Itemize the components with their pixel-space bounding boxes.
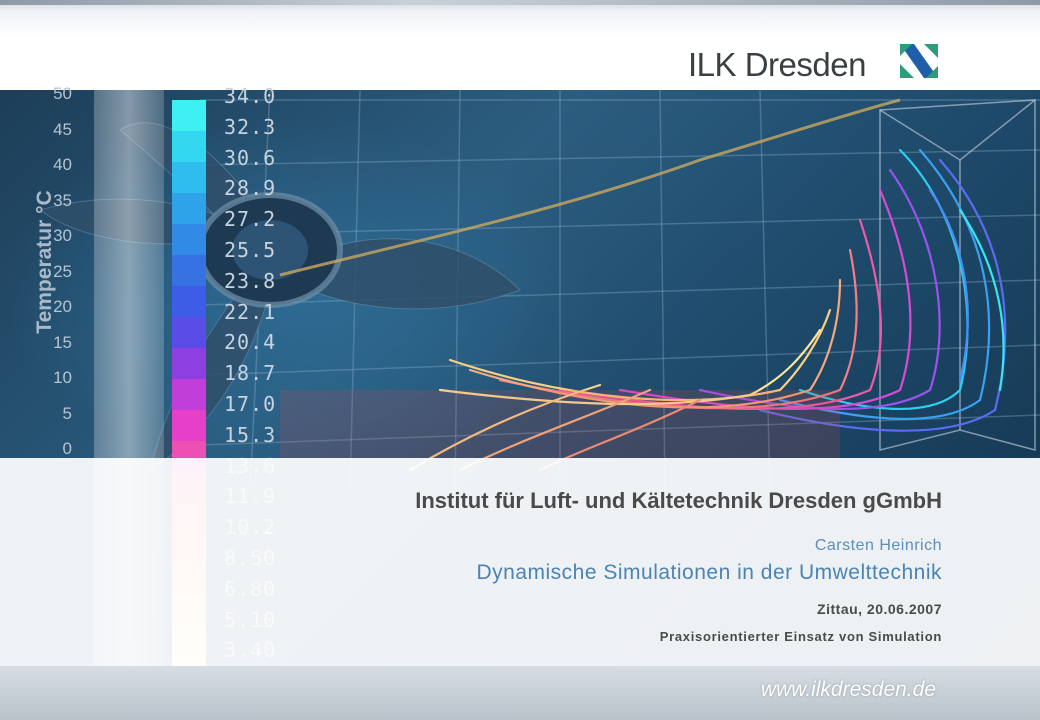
axis-number: 30: [53, 226, 72, 245]
legend-value: 23.8: [224, 268, 277, 293]
axis-number: 45: [53, 119, 72, 139]
colorbar-segment: [172, 410, 206, 441]
axis-number: 10: [53, 368, 72, 387]
legend-value: 15.3: [224, 422, 277, 447]
colorbar-segment: [172, 317, 206, 348]
author-name: Carsten Heinrich: [814, 537, 942, 554]
event-name: Praxisorientierter Einsatz von Simulatio…: [659, 629, 942, 644]
ilk-logo-icon: [900, 44, 938, 78]
title-slide: ILK Dresden Temperatur °C 50 45 40 35 30 25 20…: [0, 0, 1040, 720]
colorbar-segment: [172, 348, 206, 379]
legend-value: 18.7: [224, 361, 277, 386]
axis-number: 25: [53, 261, 72, 281]
legend-value: 30.6: [224, 145, 277, 170]
legend-value: 25.5: [224, 238, 277, 262]
axis-number: 15: [53, 332, 72, 352]
legend-value: 22.1: [224, 299, 277, 324]
colorbar-segment: [172, 131, 206, 162]
header-bar: ILK Dresden: [0, 0, 1040, 90]
legend-value: 28.9: [224, 176, 277, 201]
axis-number: 20: [53, 297, 72, 316]
axis-number: 40: [53, 155, 72, 174]
colorbar-segment: [172, 224, 206, 255]
talk-title: Dynamische Simulationen in der Umwelttec…: [476, 561, 942, 584]
legend-value: 34.0: [224, 84, 277, 108]
legend-value: 17.0: [224, 392, 277, 416]
colorbar-segment: [172, 255, 206, 286]
colorbar-segment: [172, 379, 206, 410]
website-link[interactable]: www.ilkdresden.de: [761, 678, 936, 702]
organization-name: Institut für Luft- und Kältetechnik Dres…: [415, 488, 942, 513]
axis-number: 0: [62, 439, 72, 458]
header-accent-line: [0, 0, 1040, 5]
axis-number: 35: [53, 190, 72, 210]
legend-value: 32.3: [224, 114, 277, 139]
colorbar-segment: [172, 162, 206, 193]
legend-value: 27.2: [224, 207, 277, 232]
place-date: Zittau, 20.06.2007: [817, 601, 942, 617]
logo-text: ILK Dresden: [688, 46, 866, 83]
colorbar-segment: [172, 193, 206, 224]
legend-value: 20.4: [224, 330, 277, 355]
axis-number: 5: [62, 403, 72, 423]
axis-number: 50: [53, 84, 72, 103]
colorbar-segment: [172, 286, 206, 317]
colorbar-segment: [172, 100, 206, 131]
